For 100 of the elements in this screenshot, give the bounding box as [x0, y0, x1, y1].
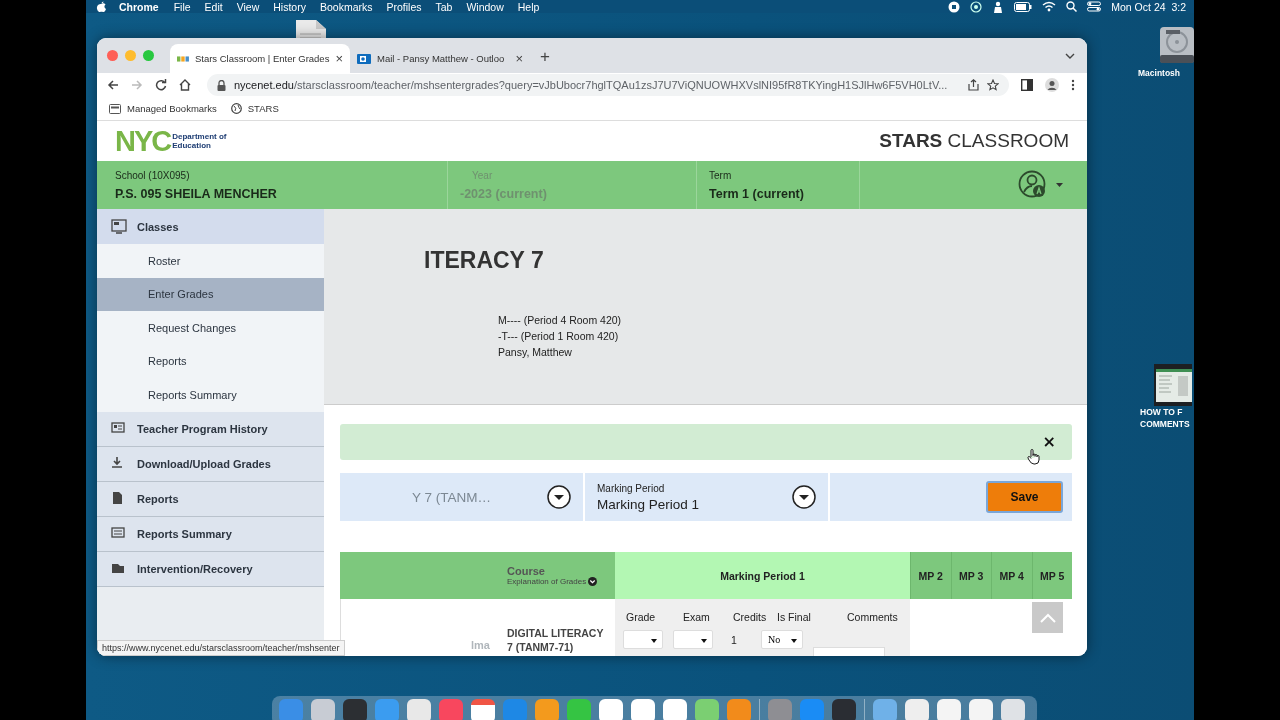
column-header: Marking Period 1	[615, 552, 910, 599]
menu-item[interactable]: View	[236, 0, 260, 13]
column-title: Course	[507, 565, 546, 577]
sidebar-section[interactable]: Teacher Program History	[97, 411, 324, 447]
url-text: nycenet.edu/starsclassroom/teacher/mshsentergrades?query=vJbUbocr7hglTQAu1zsJ7U7ViQNUOWHXVslNI95fR8TKYingH1SJlHw6F5VH0LtV...	[234, 79, 949, 91]
menu-item[interactable]: Edit	[204, 0, 223, 13]
calendar-icon[interactable]	[471, 699, 495, 720]
share-icon[interactable]	[968, 79, 979, 91]
sidebar-item[interactable]: Enter Grades	[97, 277, 324, 311]
logo-wordmark: NYC	[115, 126, 171, 156]
menu-item[interactable]: Bookmarks	[319, 0, 373, 13]
context-value: P.S. 095 SHEILA MENCHER	[115, 186, 278, 201]
sidebar-section[interactable]: Classes	[97, 209, 324, 244]
address-bar[interactable]: nycenet.edu/starsclassroom/teacher/mshsentergrades?query=vJbUbocr7hglTQAu1zsJ7U7ViQNUOWHXVslNI95fR8TKYingH1SJlHw6F5VH0LtV...	[207, 74, 1009, 96]
desktop-icon-label[interactable]: Macintosh	[1138, 67, 1181, 79]
apple-icon[interactable]	[96, 0, 107, 13]
dropdown-value: Marking Period 1	[597, 496, 700, 512]
status-url: https://www.nycenet.edu/starsclassroom/teacher/mshsenter	[97, 640, 345, 656]
record-icon[interactable]	[948, 0, 961, 13]
subcolumn-header: Exam	[682, 611, 711, 623]
context-value: Term 1 (current)	[709, 186, 805, 201]
sidebar-item[interactable]: Reports Summary	[97, 378, 324, 412]
star-icon[interactable]	[987, 79, 999, 91]
menu-clock: Mon Oct 24 3:2	[1111, 0, 1186, 13]
caret-icon[interactable]	[1056, 183, 1063, 187]
bookmark-item[interactable]: STARS	[230, 103, 279, 114]
site-logo-icon	[177, 53, 189, 64]
menu-app-name[interactable]: Chrome	[119, 0, 159, 13]
subcolumn-header: Comments	[847, 611, 898, 623]
forward-arrow-icon[interactable]	[131, 79, 143, 91]
sidebar-section[interactable]: Download/Upload Grades	[97, 446, 324, 482]
hand-cursor-icon	[1027, 449, 1041, 465]
home-icon[interactable]	[179, 79, 191, 91]
sidebar-item[interactable]: Reports	[97, 344, 324, 378]
column-header[interactable]: MP 4	[991, 552, 1032, 599]
context-label: School (10X095)	[115, 169, 191, 181]
id-card-icon	[111, 421, 127, 436]
context-label: Term	[709, 169, 733, 181]
sidebar-item[interactable]: Request Changes	[97, 311, 324, 345]
sidebar-section[interactable]: Intervention/Recovery	[97, 551, 324, 587]
profile-avatar-icon[interactable]	[1045, 78, 1059, 92]
app-title: STARS CLASSROOM	[879, 130, 1069, 152]
is-final-select[interactable]: No	[761, 630, 803, 649]
dropdown[interactable]: Marking Period Marking Period 1	[585, 473, 828, 521]
spreadsheet-thumbnail-icon	[1154, 364, 1192, 406]
search-icon[interactable]	[1066, 1, 1078, 12]
reload-icon[interactable]	[155, 79, 167, 91]
menu-item[interactable]: History	[273, 0, 306, 13]
sidebar-section[interactable]: Reports Summary	[97, 516, 324, 552]
class-title: ITERACY 7	[424, 247, 545, 274]
browser-tab[interactable]: Mail - Pansy Matthew - Outloo ×	[350, 44, 530, 73]
class-detail: M---- (Period 4 Room 420)	[498, 313, 623, 328]
column-header[interactable]: MP 2	[910, 552, 951, 599]
side-panel-icon[interactable]	[1021, 79, 1033, 91]
student-name: lma	[470, 638, 491, 653]
tab-close-button[interactable]: ×	[515, 51, 523, 66]
column-header[interactable]: MP 5	[1031, 552, 1072, 599]
logo-text: Department of Education	[172, 132, 227, 150]
new-tab-button[interactable]: +	[540, 47, 550, 67]
class-detail: Pansy, Matthew	[498, 345, 573, 360]
class-detail: -T--- (Period 1 Room 420)	[498, 329, 620, 344]
close-window-button[interactable]	[107, 50, 118, 61]
close-button[interactable]: ×	[1040, 434, 1058, 450]
explanation-link[interactable]: Explanation of Grades	[507, 577, 615, 586]
column-header[interactable]: MP 3	[950, 552, 991, 599]
menu-item[interactable]: Tab	[435, 0, 453, 13]
desktop-icon-label[interactable]: HOW TO F	[1140, 406, 1183, 418]
subcolumn-header: Is Final	[777, 611, 812, 623]
save-button[interactable]: Save	[986, 481, 1063, 513]
dropdown-label: Marking Period	[597, 482, 666, 494]
browser-tab[interactable]: Stars Classroom | Enter Grades ×	[170, 44, 350, 73]
back-arrow-icon[interactable]	[107, 79, 119, 91]
tab-close-button[interactable]: ×	[335, 51, 343, 66]
control-center-icon[interactable]	[1087, 1, 1102, 12]
chevron-down-icon[interactable]	[1065, 52, 1075, 59]
menu-item[interactable]: Help	[517, 0, 540, 13]
sidebar-section[interactable]: Reports	[97, 481, 324, 517]
person-icon[interactable]	[992, 0, 1005, 13]
sidebar-item[interactable]: Roster	[97, 244, 324, 278]
wifi-icon[interactable]	[1042, 1, 1057, 12]
monitor-icon	[111, 219, 127, 234]
more-menu-icon[interactable]	[1071, 79, 1075, 91]
dropdown-value: Y 7 (TANM…	[411, 489, 491, 505]
menu-item[interactable]: File	[173, 0, 191, 13]
desktop-icon-label[interactable]: COMMENTS	[1140, 418, 1190, 430]
menu-item[interactable]: Profiles	[386, 0, 422, 13]
subcolumn-header: Credits	[733, 611, 768, 623]
list-card-icon	[111, 526, 127, 541]
battery-icon[interactable]	[1014, 1, 1033, 12]
user-account-icon[interactable]	[1018, 170, 1048, 200]
menu-item[interactable]: Window	[466, 0, 504, 13]
zoom-window-button[interactable]	[143, 50, 154, 61]
chevron-circle-icon	[588, 577, 598, 586]
hard-drive-icon	[1158, 25, 1194, 65]
chevron-up-icon	[1039, 612, 1056, 623]
subcolumn-header: Grade	[625, 611, 657, 623]
course-name: DIGITAL LITERACY 7 (TANM7-71)	[506, 626, 605, 655]
bookmark-item[interactable]: Managed Bookmarks	[109, 103, 217, 114]
globe-icon	[230, 103, 242, 114]
credits-value: 1	[730, 633, 738, 646]
